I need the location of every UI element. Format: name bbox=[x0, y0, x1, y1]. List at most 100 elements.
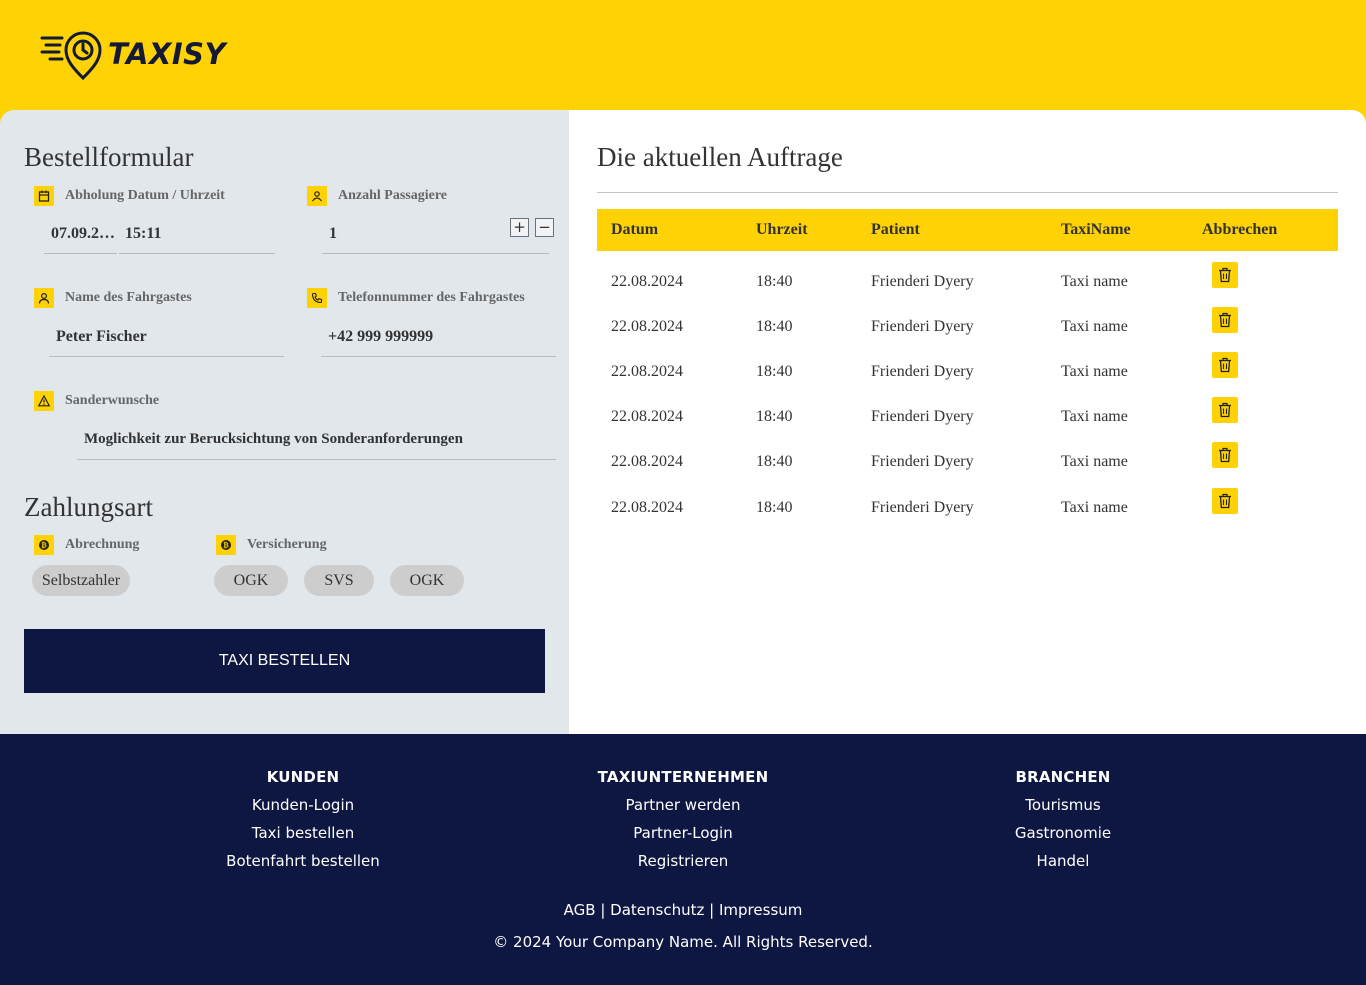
passenger-name-input[interactable]: Peter Fischer bbox=[56, 328, 276, 346]
cell-time: 18:40 bbox=[756, 499, 793, 516]
cell-taxiname: Taxi name bbox=[1061, 499, 1128, 516]
footer-link-registrieren[interactable]: Registrieren bbox=[533, 852, 833, 870]
passenger-name-underline bbox=[49, 356, 284, 357]
cell-date: 22.08.2024 bbox=[611, 273, 683, 290]
passengers-input[interactable]: 1 bbox=[329, 225, 479, 243]
name-label: Name des Fahrgastes bbox=[34, 288, 192, 308]
calendar-icon bbox=[34, 186, 54, 206]
cell-taxiname: Taxi name bbox=[1061, 318, 1128, 335]
footer-heading: TAXIUNTERNEHMEN bbox=[597, 768, 769, 786]
wishes-label: Sanderwunsche bbox=[34, 391, 159, 411]
special-wishes-underline bbox=[77, 459, 556, 460]
footer-link-kunden-login[interactable]: Kunden-Login bbox=[153, 796, 453, 814]
brand-name: TAXISY bbox=[108, 37, 227, 71]
phone-label-text: Telefonnummer des Fahrgastes bbox=[338, 290, 525, 305]
trash-icon[interactable] bbox=[1212, 262, 1238, 288]
pickup-date-underline bbox=[44, 253, 117, 254]
form-title: Bestellformular bbox=[24, 142, 194, 172]
cell-time: 18:40 bbox=[756, 453, 793, 470]
passengers-underline bbox=[322, 253, 549, 254]
footer-column-kunden: KUNDEN Kunden-Login Taxi bestellen Boten… bbox=[153, 768, 453, 870]
footer-link-handel[interactable]: Handel bbox=[913, 852, 1213, 870]
footer-heading: BRANCHEN bbox=[1015, 768, 1111, 786]
trash-icon[interactable] bbox=[1212, 352, 1238, 378]
insurance-option-ogk-2[interactable]: OGK bbox=[390, 565, 464, 596]
column-header-time: Uhrzeit bbox=[756, 221, 808, 238]
orders-title: Die aktuellen Auftrage bbox=[597, 142, 843, 172]
pickup-label: Abholung Datum / Uhrzeit bbox=[34, 186, 225, 206]
footer-separator: | bbox=[600, 901, 606, 919]
cell-patient: Frienderi Dyery bbox=[871, 273, 974, 290]
table-row: 22.08.2024 18:40 Frienderi Dyery Taxi name bbox=[597, 397, 1338, 445]
insurance-option-svs[interactable]: SVS bbox=[304, 565, 374, 596]
orders-divider bbox=[597, 192, 1338, 193]
passengers-label: Anzahl Passagiere bbox=[307, 186, 447, 206]
footer-link-datenschutz[interactable]: Datenschutz bbox=[610, 901, 704, 919]
coin-icon: ₿ bbox=[34, 535, 54, 555]
phone-underline bbox=[321, 356, 556, 357]
billing-label-text: Abrechnung bbox=[65, 537, 140, 552]
taxi-clock-pin-logo-icon bbox=[40, 31, 102, 80]
trash-icon[interactable] bbox=[1212, 307, 1238, 333]
insurance-option-ogk[interactable]: OGK bbox=[214, 565, 288, 596]
passenger-icon bbox=[307, 186, 327, 206]
footer-link-taxi-bestellen[interactable]: Taxi bestellen bbox=[153, 824, 453, 842]
trash-icon[interactable] bbox=[1212, 442, 1238, 468]
cell-patient: Frienderi Dyery bbox=[871, 453, 974, 470]
brand-logo[interactable]: TAXISY bbox=[40, 28, 226, 80]
insurance-label-text: Versicherung bbox=[247, 537, 327, 552]
column-header-taxiname: TaxiName bbox=[1061, 221, 1131, 238]
column-header-patient: Patient bbox=[871, 221, 920, 238]
cell-taxiname: Taxi name bbox=[1061, 273, 1128, 290]
footer-link-impressum[interactable]: Impressum bbox=[719, 901, 802, 919]
name-label-text: Name des Fahrgastes bbox=[65, 290, 192, 305]
table-row: 22.08.2024 18:40 Frienderi Dyery Taxi name bbox=[597, 352, 1338, 400]
footer-link-partner-werden[interactable]: Partner werden bbox=[533, 796, 833, 814]
footer-separator: | bbox=[709, 901, 715, 919]
cell-date: 22.08.2024 bbox=[611, 408, 683, 425]
footer-link-agb[interactable]: AGB bbox=[564, 901, 596, 919]
passengers-plus-button[interactable]: + bbox=[510, 218, 529, 237]
passengers-label-text: Anzahl Passagiere bbox=[338, 188, 448, 203]
svg-text:₿: ₿ bbox=[41, 542, 47, 550]
table-row: 22.08.2024 18:40 Frienderi Dyery Taxi name bbox=[597, 307, 1338, 355]
special-wishes-input[interactable]: Moglichkeit zur Berucksichtung von Sonde… bbox=[84, 431, 544, 448]
trash-icon[interactable] bbox=[1212, 488, 1238, 514]
header: TAXISY bbox=[0, 0, 1366, 110]
cell-date: 22.08.2024 bbox=[611, 453, 683, 470]
footer-legal-links: AGB | Datenschutz | Impressum bbox=[0, 901, 1366, 919]
order-taxi-button[interactable]: TAXI BESTELLEN bbox=[24, 629, 545, 693]
warning-icon bbox=[34, 391, 54, 411]
pickup-date-input[interactable]: 07.09.2… bbox=[51, 225, 119, 243]
cell-time: 18:40 bbox=[756, 408, 793, 425]
cell-date: 22.08.2024 bbox=[611, 499, 683, 516]
passengers-minus-button[interactable]: − bbox=[535, 218, 554, 237]
phone-input[interactable]: +42 999 999999 bbox=[328, 328, 548, 346]
billing-option-selbstzahler[interactable]: Selbstzahler bbox=[32, 565, 130, 596]
cell-patient: Frienderi Dyery bbox=[871, 363, 974, 380]
orders-table-header: Datum Uhrzeit Patient TaxiName Abbrechen bbox=[597, 209, 1338, 251]
svg-text:₿: ₿ bbox=[223, 542, 229, 550]
cell-time: 18:40 bbox=[756, 363, 793, 380]
footer-link-gastronomie[interactable]: Gastronomie bbox=[913, 824, 1213, 842]
cell-taxiname: Taxi name bbox=[1061, 408, 1128, 425]
table-row: 22.08.2024 18:40 Frienderi Dyery Taxi name bbox=[597, 442, 1338, 490]
pickup-time-input[interactable]: 15:11 bbox=[125, 225, 265, 243]
cell-taxiname: Taxi name bbox=[1061, 453, 1128, 470]
trash-icon[interactable] bbox=[1212, 397, 1238, 423]
footer-link-botenfahrt[interactable]: Botenfahrt bestellen bbox=[153, 852, 453, 870]
coin-icon: ₿ bbox=[216, 535, 236, 555]
phone-label: Telefonnummer des Fahrgastes bbox=[307, 288, 525, 308]
footer-column-branchen: BRANCHEN Tourismus Gastronomie Handel bbox=[913, 768, 1213, 870]
cell-date: 22.08.2024 bbox=[611, 318, 683, 335]
footer-link-partner-login[interactable]: Partner-Login bbox=[533, 824, 833, 842]
footer-link-tourismus[interactable]: Tourismus bbox=[913, 796, 1213, 814]
footer-copyright: © 2024 Your Company Name. All Rights Res… bbox=[493, 933, 873, 951]
column-header-date: Datum bbox=[611, 221, 659, 238]
cell-time: 18:40 bbox=[756, 318, 793, 335]
insurance-label: ₿ Versicherung bbox=[216, 535, 327, 555]
cell-time: 18:40 bbox=[756, 273, 793, 290]
cell-patient: Frienderi Dyery bbox=[871, 318, 974, 335]
wishes-label-text: Sanderwunsche bbox=[65, 393, 160, 408]
footer-column-taxiunternehmen: TAXIUNTERNEHMEN Partner werden Partner-L… bbox=[533, 768, 833, 870]
